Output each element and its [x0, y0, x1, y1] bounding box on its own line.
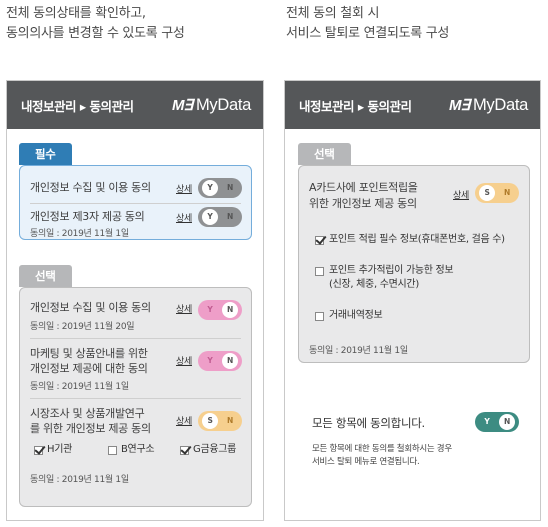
toggle-knob: S [202, 413, 218, 429]
consent-label: 개인정보 수집 및 이용 동의 [30, 301, 151, 314]
consent-label: 개인정보 수집 및 이용 동의 [30, 181, 151, 194]
consent-label: 개인정보 제공에 대한 동의 [30, 362, 148, 375]
detail-link[interactable]: 상세 [176, 414, 192, 427]
consent-label: 개인정보 제3자 제공 동의 [30, 210, 145, 223]
brand-name: MyData [472, 95, 528, 114]
consent-date: 동의일 : 2019년 11월 1일 [309, 346, 408, 356]
breadcrumb: 내정보관리 ▸ 동의관리 [299, 98, 412, 114]
consent-toggle[interactable]: S N [198, 411, 242, 431]
consent-toggle[interactable]: S N [475, 183, 519, 203]
checkbox-b-lab[interactable] [108, 446, 117, 455]
detail-link[interactable]: 상세 [176, 354, 192, 367]
detail-link[interactable]: 상세 [176, 182, 192, 195]
tab-required[interactable]: 필수 [19, 143, 72, 165]
checkbox-label: 포인트 추가적립이 가능한 정보 [329, 265, 454, 276]
consent-date: 동의일 : 2019년 11월 1일 [30, 475, 129, 485]
toggle-knob: N [499, 414, 515, 430]
tab-optional[interactable]: 선택 [19, 265, 72, 287]
consent-toggle[interactable]: Y N [198, 178, 242, 198]
toggle-off-label: Y [207, 305, 213, 314]
checkbox-g-financial[interactable] [180, 446, 189, 455]
checkbox-point-additional[interactable] [315, 267, 324, 276]
consent-date: 동의일 : 2019년 11월 1일 [30, 382, 129, 392]
consent-label: 를 위한 개인정보 제공 동의 [30, 422, 151, 435]
divider [30, 338, 241, 339]
checkbox-label: 포인트 적립 필수 정보(휴대폰번호, 걸음 수) [329, 234, 505, 245]
checkbox-point-required[interactable] [315, 236, 324, 245]
checkbox-label: B연구소 [121, 444, 155, 455]
consent-label: 마케팅 및 상품안내를 위한 [30, 347, 148, 360]
left-screen: 내정보관리 ▸ 동의관리 M∃ MyData 필수 개인정보 수집 및 이용 동… [6, 80, 264, 521]
checkbox-label: H기관 [47, 444, 73, 455]
toggle-knob: N [222, 302, 238, 318]
toggle-off-label: N [227, 183, 233, 192]
right-screen: 내정보관리 ▸ 동의관리 M∃ MyData 선택 A카드사에 포인트적립을 위… [284, 80, 541, 521]
toggle-knob: N [222, 353, 238, 369]
breadcrumb: 내정보관리 ▸ 동의관리 [21, 98, 134, 114]
caption-line: 동의의사를 변경할 수 있도록 구성 [6, 26, 185, 41]
agree-all-label: 모든 항목에 동의합니다. [312, 416, 425, 430]
left-caption: 전체 동의상태를 확인하고, 동의의사를 변경할 수 있도록 구성 [6, 4, 185, 44]
consent-date: 동의일 : 2019년 11월 20일 [30, 322, 135, 332]
app-bar: 내정보관리 ▸ 동의관리 M∃ MyData [285, 81, 540, 129]
divider [30, 398, 241, 399]
checkbox-label: G금융그룹 [193, 444, 237, 455]
checkbox-transactions[interactable] [315, 312, 324, 321]
toggle-off-label: N [227, 416, 233, 425]
agree-all-toggle[interactable]: Y N [475, 412, 519, 432]
note-line: 모든 항목에 대한 동의를 철회하시는 경우 [312, 444, 452, 454]
consent-date: 동의일 : 2019년 11월 1일 [30, 229, 129, 239]
toggle-off-label: N [504, 188, 510, 197]
checkbox-h-institution[interactable] [34, 446, 43, 455]
consent-toggle[interactable]: Y N [198, 351, 242, 371]
consent-label: 시장조사 및 상품개발연구 [30, 407, 145, 420]
checkbox-label: (신장, 체중, 수면시간) [329, 279, 419, 290]
withdraw-note: 모든 항목에 대한 동의를 철회하시는 경우 서비스 탈퇴 메뉴로 연결됩니다. [312, 443, 452, 469]
toggle-knob: Y [202, 209, 218, 225]
divider [30, 203, 241, 204]
detail-link[interactable]: 상세 [176, 302, 192, 315]
caption-line: 전체 동의 철회 시 [286, 6, 380, 21]
toggle-on-label: Y [484, 417, 490, 426]
checkbox-label: 거래내역정보 [329, 310, 383, 321]
right-caption: 전체 동의 철회 시 서비스 탈퇴로 연결되도록 구성 [286, 4, 449, 44]
required-section: 개인정보 수집 및 이용 동의 상세 Y N 개인정보 제3자 제공 동의 상세… [19, 165, 252, 240]
mydata-logo: M∃ MyData [449, 96, 528, 115]
note-line: 서비스 탈퇴 메뉴로 연결됩니다. [312, 457, 420, 467]
caption-line: 서비스 탈퇴로 연결되도록 구성 [286, 26, 450, 41]
mydata-logo: M∃ MyData [172, 96, 251, 115]
toggle-knob: S [479, 185, 495, 201]
brand-mark: M∃ [171, 97, 193, 114]
consent-label: 위한 개인정보 제공 동의 [309, 197, 417, 210]
caption-line: 전체 동의상태를 확인하고, [6, 6, 146, 21]
toggle-knob: Y [202, 180, 218, 196]
tab-optional[interactable]: 선택 [298, 143, 351, 165]
consent-label: A카드사에 포인트적립을 [309, 181, 418, 194]
consent-toggle[interactable]: Y N [198, 207, 242, 227]
detail-link[interactable]: 상세 [453, 188, 469, 201]
optional-section: A카드사에 포인트적립을 위한 개인정보 제공 동의 상세 S N 포인트 적립… [298, 165, 530, 363]
toggle-off-label: N [227, 212, 233, 221]
consent-toggle[interactable]: Y N [198, 300, 242, 320]
app-bar: 내정보관리 ▸ 동의관리 M∃ MyData [7, 81, 263, 129]
detail-link[interactable]: 상세 [176, 211, 192, 224]
toggle-off-label: Y [207, 356, 213, 365]
optional-section: 개인정보 수집 및 이용 동의 동의일 : 2019년 11월 20일 상세 Y… [19, 287, 252, 507]
brand-name: MyData [195, 95, 251, 114]
brand-mark: M∃ [448, 97, 470, 114]
